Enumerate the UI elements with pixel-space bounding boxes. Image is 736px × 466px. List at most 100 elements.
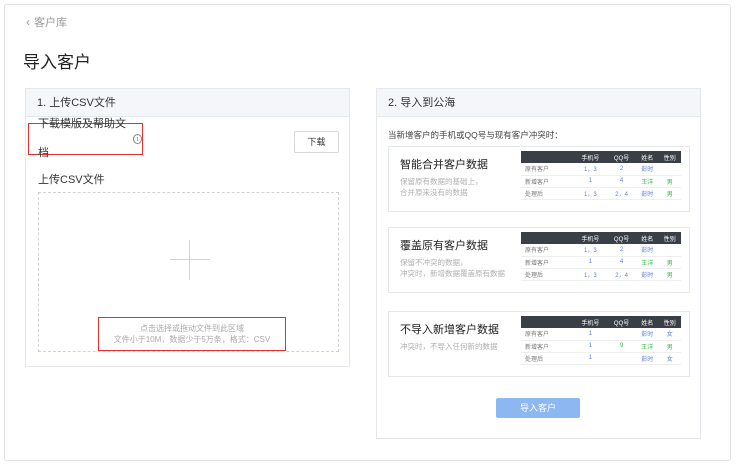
table-header-cell: 姓名 [635,316,659,328]
option-skip-new[interactable]: 不导入新增客户数据 冲突时，不导入任何新的数据 手机号 QQ号 姓名 性别 原有客户 1 彭… [388,311,690,377]
table-cell: 新增客户 [521,340,574,353]
example-table: 手机号 QQ号 姓名 性别 原有客户 1 彭时女新增客户 1 9 王洋男处理后 1 彭时女 [521,316,681,365]
table-row: 新增客户 1 4 王洋男 [521,256,681,269]
table-header-cell: 手机号 [573,151,608,163]
table-cell: 王洋 [635,256,659,269]
upload-panel: 1. 上传CSV文件 下载模版及帮助文档 i 下载 上传CSV文件 点击选择或拖… [25,88,350,367]
table-cell: 王洋 [635,340,659,353]
plus-icon [170,240,210,280]
table-row: 新增客户 1 9 王洋男 [521,340,681,353]
table-cell: 原有客户 [521,244,574,257]
table-cell: 彭时 [635,328,659,341]
table-header-cell: 姓名 [635,232,659,244]
table-cell [658,244,681,257]
table-cell: 2，4 [607,268,636,281]
option-smart-merge[interactable]: 智能合并客户数据 保留原有数据的基础上， 合并原来没有的数据 手机号 QQ号 姓名性… [388,146,690,212]
table-cell [658,163,681,176]
upload-label: 上传CSV文件 [38,174,105,186]
back-label: 客户库 [34,17,67,29]
info-circle-icon[interactable]: i [132,134,142,144]
option-overwrite[interactable]: 覆盖原有客户数据 保留不冲突的数据， 冲突时，新增数据覆盖原有数据 手机号 QQ号… [388,227,690,293]
table-header-row: 手机号 QQ号 姓名 性别 [521,316,681,328]
table-cell: 王洋 [635,175,659,188]
table-header-cell: QQ号 [607,151,636,163]
table-cell: 新增客户 [521,175,574,188]
table-cell: 彭时 [635,244,659,257]
option-desc-line: 冲突时，不导入任何新的数据 [400,342,498,351]
template-help-label: 下载模版及帮助文档 [38,118,126,159]
table-header-cell [521,232,574,244]
table-cell [607,328,636,341]
table-cell: 女 [658,352,681,365]
back-link[interactable]: ‹ 客户库 [26,14,67,30]
option-desc-line: 冲突时，新增数据覆盖原有数据 [400,269,505,278]
table-cell: 男 [658,187,681,200]
table-row: 原有客户 1 彭时女 [521,328,681,341]
table-cell: 处理后 [521,352,574,365]
option-title: 不导入新增客户数据 [400,324,499,336]
table-cell: 2 [607,163,636,176]
table-header-cell: 性别 [658,232,681,244]
table-cell: 新增客户 [521,256,574,269]
table-cell: 彭时 [635,163,659,176]
table-header-cell: 手机号 [573,232,608,244]
table-cell: 男 [658,268,681,281]
table-cell: 1，3 [573,163,608,176]
option-desc: 冲突时，不导入任何新的数据 [400,341,498,352]
table-header-cell: 姓名 [635,151,659,163]
table-cell: 处理后 [521,187,574,200]
upload-hint: 点击选择或拖动文件到此区域 文件小于10M，数据少于5万条，格式：CSV [98,317,286,351]
table-cell: 1 [573,340,608,353]
table-cell: 2，4 [607,187,636,200]
table-cell: 男 [658,256,681,269]
example-table: 手机号 QQ号 姓名 性别 原有客户 1，3 2 彭时 新增客户 1 4 王洋男处理后 1，3 2，4 彭时… [521,151,681,200]
table-cell: 1，3 [573,268,608,281]
option-title: 覆盖原有客户数据 [400,240,488,252]
table-row: 原有客户 1，3 2 彭时 [521,163,681,176]
conflict-label: 当新增客户的手机或QQ号与现有客户冲突时： [388,130,563,140]
table-header-cell: 性别 [658,151,681,163]
table-cell: 4 [607,175,636,188]
table-cell: 1 [573,328,608,341]
upload-hint-line2: 文件小于10M，数据少于5万条，格式：CSV [113,335,271,344]
table-header-cell: QQ号 [607,316,636,328]
table-header-cell: 手机号 [573,316,608,328]
table-cell: 2 [607,244,636,257]
template-help-link[interactable]: 下载模版及帮助文档 i [28,118,143,159]
table-header-cell: QQ号 [607,232,636,244]
public-sea-panel: 2. 导入到公海 当新增客户的手机或QQ号与现有客户冲突时： 智能合并客户数据 … [376,88,701,439]
table-cell: 1，3 [573,187,608,200]
chevron-left-icon: ‹ [26,15,30,29]
table-cell: 彭时 [635,187,659,200]
table-cell: 彭时 [635,268,659,281]
upload-hint-line1: 点击选择或拖动文件到此区域 [140,324,244,333]
table-row: 处理后 1，3 2，4 彭时男 [521,268,681,281]
page-title: 导入客户 [23,53,91,72]
import-customers-button[interactable]: 导入客户 [496,398,580,418]
table-header-cell [521,151,574,163]
table-cell: 处理后 [521,268,574,281]
download-button[interactable]: 下载 [294,131,339,153]
table-header-row: 手机号 QQ号 姓名 性别 [521,151,681,163]
option-desc-line: 保留原有数据的基础上， [400,177,483,186]
option-desc-line: 合并原来没有的数据 [400,188,468,197]
table-cell: 男 [658,175,681,188]
option-desc: 保留不冲突的数据， 冲突时，新增数据覆盖原有数据 [400,257,505,279]
table-header-cell: 性别 [658,316,681,328]
table-cell: 1，3 [573,244,608,257]
table-cell: 9 [607,340,636,353]
table-cell [607,352,636,365]
table-cell: 1 [573,352,608,365]
table-row: 处理后 1，3 2，4 彭时男 [521,187,681,200]
table-cell: 4 [607,256,636,269]
table-cell: 女 [658,328,681,341]
table-row: 原有客户 1，3 2 彭时 [521,244,681,257]
table-header-cell [521,316,574,328]
table-row: 新增客户 1 4 王洋男 [521,175,681,188]
table-cell: 彭时 [635,352,659,365]
table-header-row: 手机号 QQ号 姓名 性别 [521,232,681,244]
table-cell: 原有客户 [521,163,574,176]
table-cell: 1 [573,256,608,269]
option-desc: 保留原有数据的基础上， 合并原来没有的数据 [400,176,483,198]
table-cell: 原有客户 [521,328,574,341]
